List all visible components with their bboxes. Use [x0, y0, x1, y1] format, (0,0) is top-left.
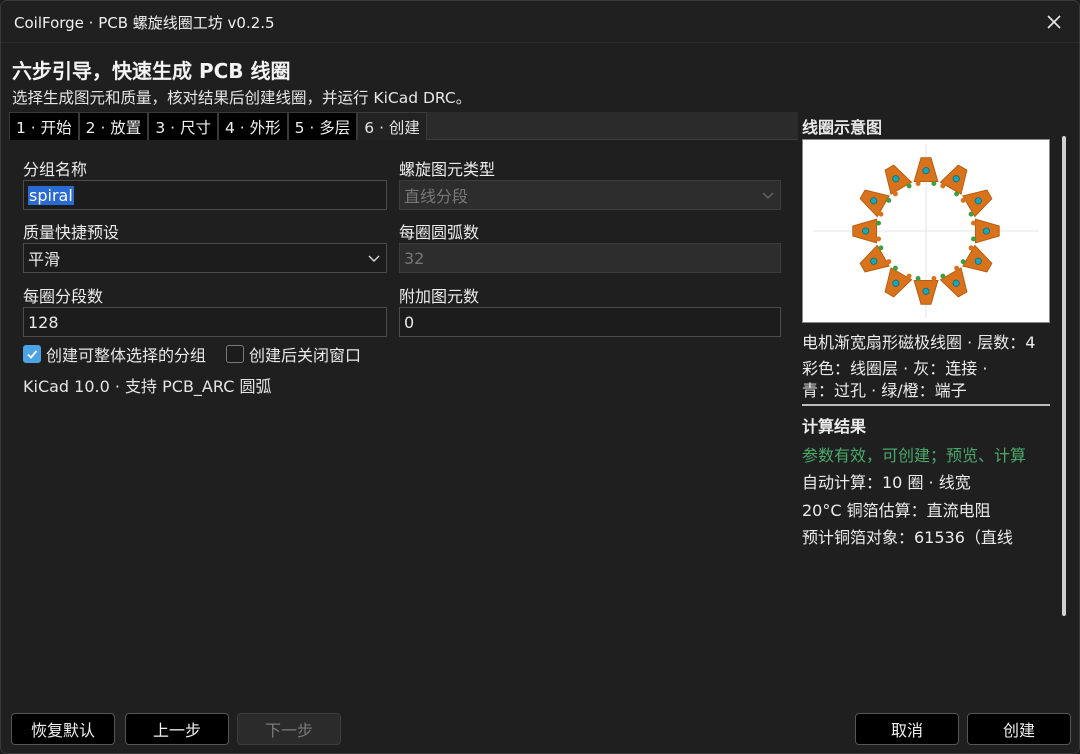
coil-pole: [971, 218, 1000, 244]
coil-pole: [884, 164, 913, 197]
results-title: 计算结果: [802, 417, 867, 436]
quality-preset-value: 平滑: [28, 250, 61, 269]
results-line-1: 自动计算：10 圈 · 线宽: [802, 473, 971, 492]
results-line-2: 20°C 铜箔估算：直流电阻: [802, 501, 991, 520]
terminal-pad: [876, 236, 881, 242]
preview-panel: 线圈示意图 电机渐宽扇形磁极线圈 · 层数：4 彩色：线圈层 · 灰：连接 · …: [801, 111, 1076, 701]
segments-per-turn-input[interactable]: 128: [23, 307, 387, 337]
previous-step-button[interactable]: 上一步: [125, 713, 229, 745]
group-name-label: 分组名称: [23, 160, 88, 179]
terminal-pad: [915, 276, 921, 281]
tab-step-3[interactable]: 3 · 尺寸: [148, 112, 218, 140]
close-icon: [1047, 15, 1061, 29]
via-dot: [922, 287, 930, 295]
coil-pole: [939, 265, 968, 298]
element-type-select[interactable]: 直线分段: [399, 180, 781, 210]
tab-step-2[interactable]: 2 · 放置: [78, 112, 149, 140]
version-note: KiCad 10.0 · 支持 PCB_ARC 圆弧: [23, 377, 272, 396]
coil-pole: [859, 244, 892, 273]
coil-pole: [960, 189, 993, 218]
panel-scrollbar[interactable]: [1062, 136, 1066, 616]
group-name-input[interactable]: spiral: [23, 180, 387, 210]
reset-defaults-button[interactable]: 恢复默认: [11, 713, 115, 745]
create-button[interactable]: 创建: [967, 713, 1071, 745]
coil-pole: [960, 244, 993, 273]
page-title: 六步引导，快速生成 PCB 线圈: [12, 59, 291, 83]
chevron-down-icon: [762, 192, 774, 199]
results-status: 参数有效，可创建；预览、计算: [802, 446, 1027, 465]
close-after-checkbox[interactable]: [226, 345, 245, 363]
quality-preset-label: 质量快捷预设: [23, 223, 120, 242]
arcs-per-turn-input[interactable]: 32: [399, 243, 781, 273]
via-dot: [922, 167, 930, 175]
window-title: CoilForge · PCB 螺旋线圈工坊 v0.2.5: [14, 14, 275, 32]
arcs-per-turn-label: 每圈圆弧数: [399, 223, 480, 242]
terminal-pad: [931, 181, 937, 186]
chevron-down-icon: [368, 255, 380, 262]
terminal-pad: [876, 220, 881, 226]
terminal-pad: [971, 220, 976, 226]
cancel-button[interactable]: 取消: [855, 713, 959, 745]
title-bar: CoilForge · PCB 螺旋线圈工坊 v0.2.5: [1, 1, 1079, 43]
terminal-pad: [931, 276, 937, 281]
coil-pole: [884, 265, 913, 298]
coil-pole: [859, 189, 892, 218]
element-type-label: 螺旋图元类型: [399, 160, 496, 179]
coil-pole: [852, 218, 881, 244]
terminal-pad: [971, 236, 976, 242]
preview-caption-2: 彩色：线圈层 · 灰：连接 ·: [802, 359, 988, 378]
coil-diagram: [813, 143, 1039, 319]
step-tab-bar: 1 · 开始 2 · 放置 3 · 尺寸 4 · 外形 5 · 多层 6 · 创…: [9, 112, 798, 140]
tab-step-6[interactable]: 6 · 创建: [357, 112, 427, 140]
coil-pole: [913, 276, 939, 305]
next-step-button[interactable]: 下一步: [237, 713, 341, 745]
page-subtitle: 选择生成图元和质量，核对结果后创建线圈，并运行 KiCad DRC。: [12, 89, 472, 107]
preview-caption-3: 青：过孔 · 绿/橙：端子: [802, 381, 967, 400]
close-button[interactable]: [1027, 1, 1079, 43]
results-line-3: 预计铜箔对象：61536（直线: [802, 528, 1013, 547]
coil-pole: [913, 157, 939, 186]
element-type-value: 直线分段: [404, 187, 469, 206]
coil-preview: [802, 139, 1050, 323]
dialog-window: CoilForge · PCB 螺旋线圈工坊 v0.2.5 六步引导，快速生成 …: [0, 0, 1080, 754]
extra-elements-input[interactable]: 0: [399, 307, 781, 337]
extra-elements-label: 附加图元数: [399, 287, 480, 306]
group-name-value: spiral: [28, 185, 74, 205]
coil-pole: [939, 164, 968, 197]
group-checkbox[interactable]: [23, 345, 41, 363]
panel-divider: [802, 404, 1050, 406]
segments-per-turn-value: 128: [28, 312, 59, 332]
segments-per-turn-label: 每圈分段数: [23, 287, 104, 306]
arcs-per-turn-value: 32: [404, 248, 425, 268]
tab-step-5[interactable]: 5 · 多层: [287, 112, 358, 140]
tab-step-4[interactable]: 4 · 外形: [217, 112, 288, 140]
via-dot: [982, 227, 990, 235]
options-row: 创建可整体选择的分组 创建后关闭窗口: [23, 342, 361, 366]
preview-title: 线圈示意图: [802, 118, 883, 137]
terminal-pad: [915, 181, 921, 186]
quality-preset-select[interactable]: 平滑: [23, 243, 387, 273]
preview-caption-1: 电机渐宽扇形磁极线圈 · 层数：4: [802, 333, 1036, 352]
via-dot: [862, 227, 870, 235]
checkmark-icon: [27, 350, 38, 359]
close-after-checkbox-label[interactable]: 创建后关闭窗口: [249, 342, 361, 366]
extra-elements-value: 0: [404, 312, 415, 332]
group-checkbox-label[interactable]: 创建可整体选择的分组: [46, 342, 206, 366]
tab-step-1[interactable]: 1 · 开始: [9, 112, 79, 140]
